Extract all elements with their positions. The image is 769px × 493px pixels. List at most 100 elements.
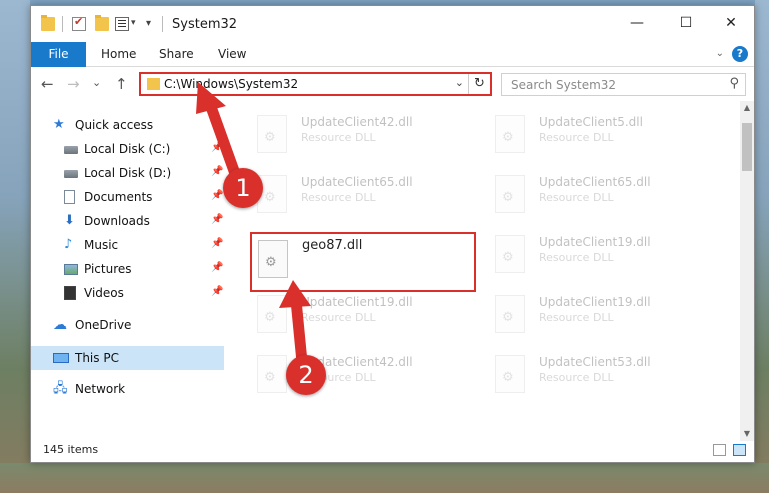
large-icons-view-icon[interactable] bbox=[733, 444, 746, 456]
folder-icon bbox=[41, 15, 55, 31]
sidebar-item-label: Network bbox=[75, 382, 126, 396]
navigation-bar: ← → ⌄ ↑ C:\Windows\System32 ⌄ ↻ Search S… bbox=[31, 67, 754, 101]
disk-icon bbox=[64, 170, 78, 178]
scroll-up-icon[interactable]: ▲ bbox=[740, 101, 754, 115]
step-2-badge: 2 bbox=[286, 355, 326, 395]
file-name: UpdateClient65.dll bbox=[539, 175, 651, 189]
window-title: System32 bbox=[172, 17, 238, 32]
sidebar-item-quick-access[interactable]: ★ Quick access bbox=[31, 113, 224, 137]
pin-icon: 📌 bbox=[211, 214, 224, 225]
documents-icon bbox=[64, 190, 75, 204]
minimize-button[interactable]: — bbox=[614, 6, 660, 40]
sidebar-item-local-disk-c[interactable]: Local Disk (C:) 📌 bbox=[31, 137, 224, 161]
network-icon: 🖧 bbox=[53, 381, 68, 396]
toolbar-overflow-icon[interactable]: ▾ bbox=[146, 18, 151, 29]
address-dropdown-icon[interactable]: ⌄ bbox=[455, 76, 464, 89]
sidebar-item-network[interactable]: 🖧 Network bbox=[31, 377, 224, 401]
videos-icon bbox=[64, 286, 76, 300]
file-type: Resource DLL bbox=[539, 131, 614, 144]
scroll-thumb[interactable] bbox=[742, 123, 752, 171]
file-name: UpdateClient53.dll bbox=[539, 355, 651, 369]
sidebar-item-label: Pictures bbox=[84, 262, 132, 276]
desktop-background-right bbox=[755, 0, 769, 493]
search-box[interactable]: Search System32 ⚲ bbox=[501, 73, 746, 96]
refresh-button[interactable]: ↻ bbox=[468, 74, 490, 94]
file-item-geo87-dll[interactable]: geo87.dll bbox=[250, 232, 476, 292]
search-icon[interactable]: ⚲ bbox=[729, 76, 739, 91]
file-item[interactable]: UpdateClient19.dll Resource DLL bbox=[489, 227, 709, 283]
pin-icon: 📌 bbox=[211, 142, 224, 153]
file-name: UpdateClient19.dll bbox=[539, 235, 651, 249]
file-type: Resource DLL bbox=[301, 131, 376, 144]
file-item[interactable]: UpdateClient5.dll Resource DLL bbox=[489, 107, 709, 163]
dll-file-icon bbox=[495, 115, 525, 153]
dll-file-icon bbox=[495, 295, 525, 333]
file-item[interactable]: UpdateClient19.dll Resource DLL bbox=[489, 287, 709, 343]
properties-check-icon[interactable] bbox=[72, 15, 86, 31]
file-type: Resource DLL bbox=[539, 371, 614, 384]
sidebar-item-label: Videos bbox=[84, 286, 124, 300]
file-item[interactable]: UpdateClient53.dll Resource DLL bbox=[489, 347, 709, 403]
file-type: Resource DLL bbox=[301, 191, 376, 204]
file-item[interactable]: UpdateClient65.dll Resource DLL bbox=[489, 167, 709, 223]
close-button[interactable]: ✕ bbox=[708, 6, 754, 40]
help-icon[interactable]: ? bbox=[732, 46, 748, 62]
step-1-badge: 1 bbox=[223, 168, 263, 208]
forward-button[interactable]: → bbox=[67, 75, 80, 93]
folder-icon bbox=[147, 78, 160, 90]
onedrive-icon: ☁ bbox=[53, 317, 67, 333]
scroll-down-icon[interactable]: ▼ bbox=[740, 427, 754, 441]
back-button[interactable]: ← bbox=[41, 75, 54, 93]
desktop-background-left bbox=[0, 0, 30, 493]
pictures-icon bbox=[64, 264, 78, 275]
status-bar: 145 items bbox=[31, 441, 754, 462]
file-name: geo87.dll bbox=[302, 238, 363, 253]
address-path[interactable]: C:\Windows\System32 bbox=[164, 77, 298, 91]
recent-locations-button[interactable]: ⌄ bbox=[92, 76, 101, 89]
tab-home[interactable]: Home bbox=[101, 42, 136, 67]
file-name: UpdateClient19.dll bbox=[539, 295, 651, 309]
file-name: UpdateClient65.dll bbox=[301, 175, 413, 189]
pin-icon: 📌 bbox=[211, 190, 224, 201]
star-icon: ★ bbox=[53, 117, 65, 132]
vertical-scrollbar[interactable]: ▲ ▼ bbox=[740, 101, 754, 441]
sidebar-item-onedrive[interactable]: ☁ OneDrive bbox=[31, 313, 224, 337]
sidebar-item-pictures[interactable]: Pictures 📌 bbox=[31, 257, 224, 281]
up-button[interactable]: ↑ bbox=[115, 75, 128, 93]
new-folder-icon[interactable] bbox=[95, 15, 109, 31]
sidebar-item-videos[interactable]: Videos 📌 bbox=[31, 281, 224, 305]
sidebar-item-label: Local Disk (C:) bbox=[84, 142, 171, 156]
details-view-icon[interactable] bbox=[713, 444, 726, 456]
sidebar-item-label: Music bbox=[84, 238, 119, 252]
address-bar[interactable]: C:\Windows\System32 ⌄ ↻ bbox=[139, 72, 492, 96]
sidebar-item-label: Quick access bbox=[75, 118, 154, 132]
sidebar-item-this-pc[interactable]: This PC bbox=[31, 346, 224, 370]
file-item[interactable]: UpdateClient65.dll Resource DLL bbox=[251, 167, 471, 223]
file-type: Resource DLL bbox=[539, 311, 614, 324]
dll-file-icon bbox=[495, 355, 525, 393]
toolbar-dropdown-icon[interactable]: ▾ bbox=[131, 18, 136, 28]
desktop-background-bottom bbox=[0, 463, 769, 493]
sidebar-item-documents[interactable]: Documents 📌 bbox=[31, 185, 224, 209]
sidebar-item-music[interactable]: ♪ Music 📌 bbox=[31, 233, 224, 257]
file-item[interactable]: UpdateClient19.dll Resource DLL bbox=[251, 287, 471, 343]
file-type: Resource DLL bbox=[539, 191, 614, 204]
file-name: UpdateClient5.dll bbox=[539, 115, 643, 129]
file-type: Resource DLL bbox=[301, 311, 376, 324]
navigation-pane: ★ Quick access Local Disk (C:) 📌 Local D… bbox=[31, 101, 226, 441]
file-item[interactable]: UpdateClient42.dll Resource DLL bbox=[251, 107, 471, 163]
sidebar-item-downloads[interactable]: ⬇ Downloads 📌 bbox=[31, 209, 224, 233]
music-icon: ♪ bbox=[64, 237, 73, 252]
tab-file[interactable]: File bbox=[31, 42, 86, 67]
tab-share[interactable]: Share bbox=[159, 42, 194, 67]
search-input[interactable]: Search System32 bbox=[511, 78, 616, 92]
ribbon-tabs: File Home Share View ⌄ ? bbox=[31, 42, 754, 67]
sidebar-item-local-disk-d[interactable]: Local Disk (D:) 📌 bbox=[31, 161, 224, 185]
item-count: 145 items bbox=[43, 443, 99, 456]
expand-ribbon-icon[interactable]: ⌄ bbox=[716, 48, 724, 59]
file-item[interactable]: UpdateClient42.dll Resource DLL bbox=[251, 347, 471, 403]
tab-view[interactable]: View bbox=[218, 42, 246, 67]
maximize-button[interactable]: ☐ bbox=[663, 6, 709, 40]
pin-icon: 📌 bbox=[211, 286, 224, 297]
customize-toolbar-icon[interactable] bbox=[115, 17, 129, 31]
